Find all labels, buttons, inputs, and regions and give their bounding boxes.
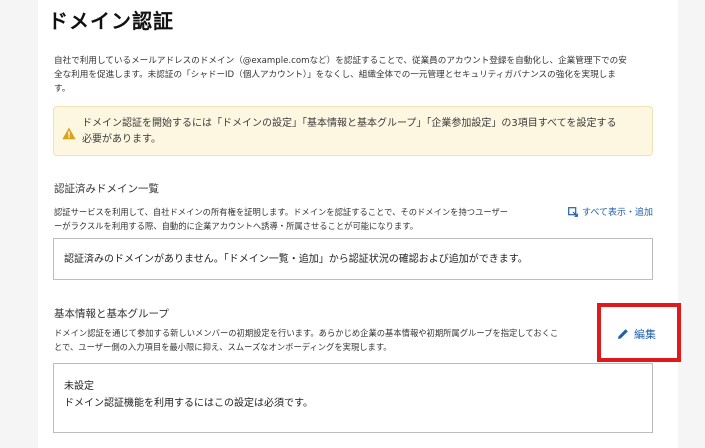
verified-domains-heading: 認証済みドメイン一覧 xyxy=(54,183,159,195)
intro-line: 全な利用を促進します。未認証の「シャドーID（個人アカウント）」をなくし、組織全… xyxy=(54,70,616,80)
warning-alert: ドメイン認証を開始するには「ドメインの設定」「基本情報と基本グループ」「企業参加… xyxy=(53,106,653,156)
intro-line: す。 xyxy=(54,84,71,94)
warning-icon xyxy=(62,125,76,140)
warning-line: ドメイン認証を開始するには「ドメインの設定」「基本情報と基本グループ」「企業参加… xyxy=(82,118,617,129)
warning-line: 必要があります。 xyxy=(82,134,161,145)
basic-info-status-box: 未設定 ドメイン認証機能を利用するにはこの設定は必須です。 xyxy=(53,363,653,433)
intro-text: 自社で利用しているメールアドレスのドメイン（@example.comなど）を認証… xyxy=(54,54,654,96)
page-title: ドメイン認証 xyxy=(48,9,174,33)
verified-domains-empty-box: 認証済みのドメインがありません。「ドメイン一覧・追加」から認証状況の確認および追… xyxy=(53,238,653,280)
edit-button[interactable]: 編集 xyxy=(617,326,656,342)
required-note: ドメイン認証機能を利用するにはこの設定は必須です。 xyxy=(64,398,313,409)
view-all-add-link[interactable]: すべて表示・追加 xyxy=(568,205,653,218)
view-all-label: すべて表示・追加 xyxy=(582,208,654,218)
pencil-icon xyxy=(618,329,628,339)
basic-info-heading: 基本情報と基本グループ xyxy=(54,308,169,320)
verified-domains-description: 認証サービスを利用して、自社ドメインの所有権を証明します。ドメインを認証すること… xyxy=(54,205,554,233)
external-list-icon xyxy=(568,206,578,217)
edit-label: 編集 xyxy=(634,328,656,341)
description-line: ドメイン認証を通じて参加する新しいメンバーの初期設定を行います。あらかじめ企業の… xyxy=(54,328,559,338)
empty-state-message: 認証済みのドメインがありません。「ドメイン一覧・追加」から認証状況の確認および追… xyxy=(64,254,528,265)
status-text: 未設定 xyxy=(64,381,94,392)
description-line: 認証サービスを利用して、自社ドメインの所有権を証明します。ドメインを認証すること… xyxy=(54,207,509,217)
basic-info-description: ドメイン認証を通じて参加する新しいメンバーの初期設定を行います。あらかじめ企業の… xyxy=(54,326,594,354)
description-line: ーがラクスルを利用する際、自動的に企業アカウントへ誘導・所属させることが可能にな… xyxy=(54,221,418,231)
warning-text: ドメイン認証を開始するには「ドメインの設定」「基本情報と基本グループ」「企業参加… xyxy=(82,116,642,148)
description-line: とで、ユーザー側の入力項目を最小限に抑え、スムーズなオンボーディングを実現します… xyxy=(54,342,392,352)
intro-line: 自社で利用しているメールアドレスのドメイン（@example.comなど）を認証… xyxy=(54,56,627,66)
